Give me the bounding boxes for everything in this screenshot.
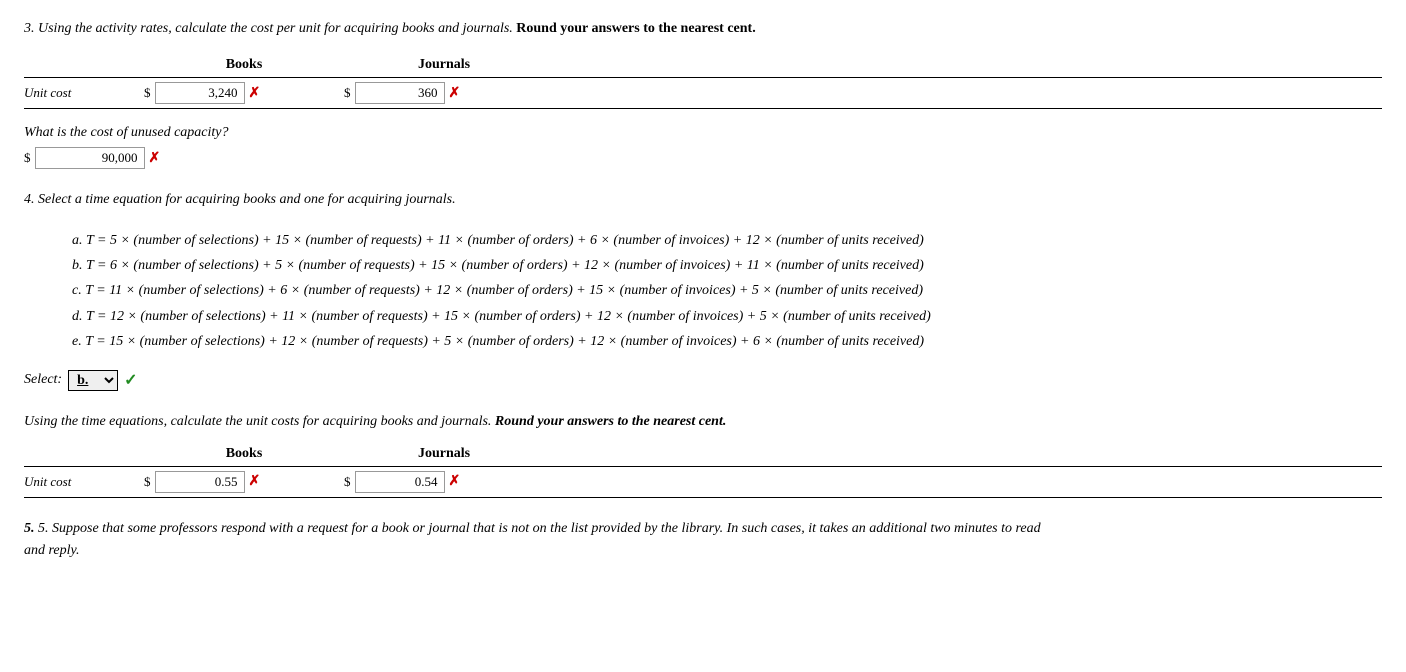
books-clear-q4[interactable]: ✗ — [249, 473, 261, 490]
question4-section: 4. Select a time equation for acquiring … — [24, 189, 1382, 498]
select-label: Select: — [24, 372, 62, 388]
books-input-q3[interactable] — [155, 82, 245, 104]
time-eq-header: Using the time equations, calculate the … — [24, 411, 1382, 432]
q4-header: 4. Select a time equation for acquiring … — [24, 189, 1382, 210]
dollar-unused: $ — [24, 150, 31, 166]
col-headers-q3: Books Journals — [144, 57, 1382, 73]
journals-cell-q4: $ ✗ — [344, 471, 544, 493]
option-d-text: d. T = 12 × (number of selections) + 11 … — [72, 309, 931, 324]
unit-cost-row-q3: Unit cost $ ✗ $ ✗ — [24, 77, 1382, 109]
journals-input-q3[interactable] — [355, 82, 445, 104]
journals-input-q4[interactable] — [355, 471, 445, 493]
question5-section: 5. 5. Suppose that some professors respo… — [24, 518, 1382, 563]
select-dropdown[interactable]: b. a. c. d. e. — [68, 370, 118, 391]
options-list: a. T = 5 × (number of selections) + 15 ×… — [72, 228, 1382, 354]
unused-clear[interactable]: ✗ — [149, 150, 161, 167]
cost-table-q4: Books Journals Unit cost $ ✗ $ ✗ — [24, 446, 1382, 498]
unused-cap-label: What is the cost of unused capacity? — [24, 125, 1382, 141]
options-wrapper: a. T = 5 × (number of selections) + 15 ×… — [24, 228, 1382, 354]
col-books-q4: Books — [144, 446, 344, 462]
option-e-text: e. T = 15 × (number of selections) + 12 … — [72, 334, 924, 349]
option-d: d. T = 12 × (number of selections) + 11 … — [72, 304, 1382, 329]
option-c-text: c. T = 11 × (number of selections) + 6 ×… — [72, 283, 923, 298]
col-journals-q3: Journals — [344, 57, 544, 73]
question3-header: 3. Using the activity rates, calculate t… — [24, 18, 1382, 39]
dollar-books-q3: $ — [144, 85, 151, 101]
option-b: b. T = 6 × (number of selections) + 5 × … — [72, 253, 1382, 278]
unit-cost-row-q4: Unit cost $ ✗ $ ✗ — [24, 466, 1382, 498]
col-journals-q4: Journals — [344, 446, 544, 462]
q5-line1: 5. 5. Suppose that some professors respo… — [24, 518, 1382, 540]
unused-row: $ ✗ — [24, 147, 1382, 169]
option-e: e. T = 15 × (number of selections) + 12 … — [72, 329, 1382, 354]
option-a-text: a. T = 5 × (number of selections) + 15 ×… — [72, 233, 924, 248]
col-headers-q4: Books Journals — [144, 446, 1382, 462]
col-books-q3: Books — [144, 57, 344, 73]
dollar-books-q4: $ — [144, 474, 151, 490]
dollar-journals-q4: $ — [344, 474, 351, 490]
unused-capacity-section: What is the cost of unused capacity? $ ✗ — [24, 125, 1382, 169]
books-clear-q3[interactable]: ✗ — [249, 85, 261, 102]
select-row: Select: b. a. c. d. e. ✓ — [24, 370, 1382, 391]
unused-input[interactable] — [35, 147, 145, 169]
cost-table-q3: Books Journals Unit cost $ ✗ $ ✗ — [24, 57, 1382, 109]
books-cell-q3: $ ✗ — [144, 82, 344, 104]
books-cell-q4: $ ✗ — [144, 471, 344, 493]
journals-clear-q3[interactable]: ✗ — [449, 85, 461, 102]
option-c: c. T = 11 × (number of selections) + 6 ×… — [72, 278, 1382, 303]
journals-clear-q4[interactable]: ✗ — [449, 473, 461, 490]
q5-line2: and reply. — [24, 540, 1382, 562]
unit-cost-label-q3: Unit cost — [24, 85, 144, 101]
check-mark: ✓ — [124, 370, 137, 390]
journals-cell-q3: $ ✗ — [344, 82, 544, 104]
unit-cost-label-q4: Unit cost — [24, 474, 144, 490]
books-input-q4[interactable] — [155, 471, 245, 493]
option-b-text: b. T = 6 × (number of selections) + 5 × … — [72, 258, 924, 273]
dollar-journals-q3: $ — [344, 85, 351, 101]
option-a: a. T = 5 × (number of selections) + 15 ×… — [72, 228, 1382, 253]
